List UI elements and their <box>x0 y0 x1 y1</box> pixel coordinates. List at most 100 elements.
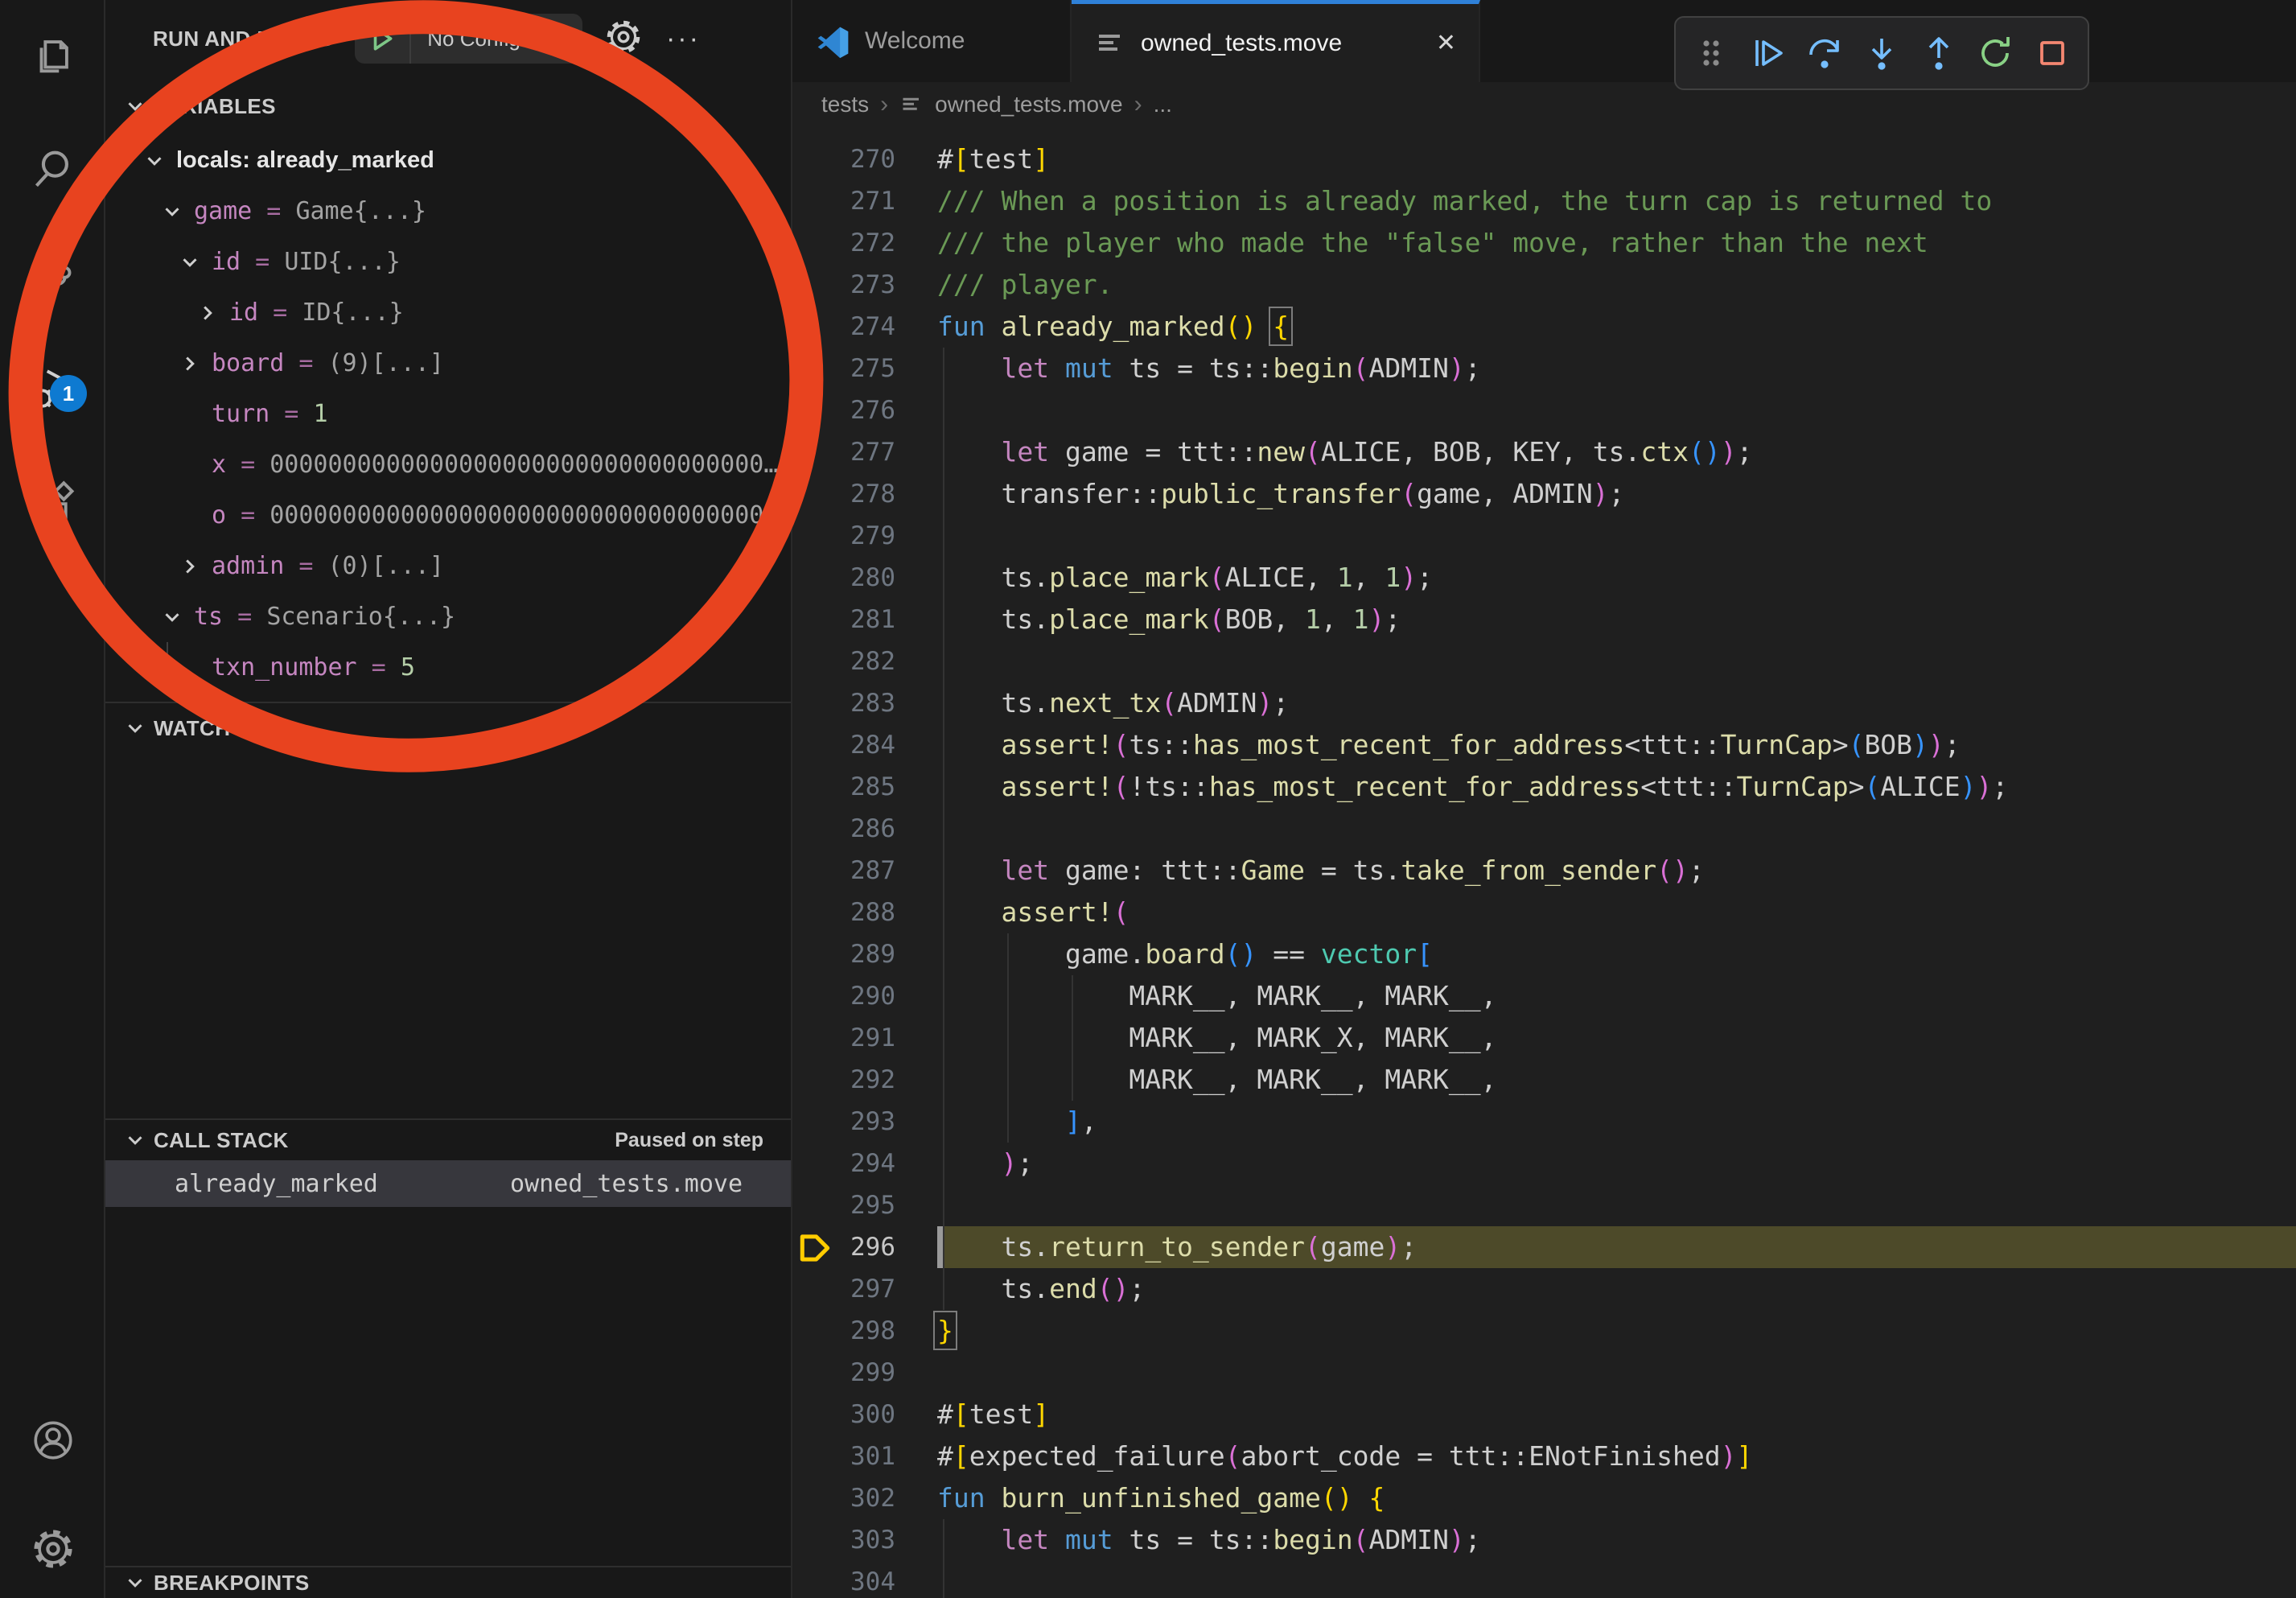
chevron-down-icon[interactable] <box>545 27 582 51</box>
gutter[interactable]: 289 <box>792 933 937 975</box>
code-text[interactable] <box>937 1352 2296 1394</box>
stop-icon[interactable] <box>2033 34 2072 72</box>
line-number[interactable]: 280 <box>850 557 895 599</box>
line-number[interactable]: 292 <box>850 1059 895 1101</box>
step-out-icon[interactable] <box>1920 34 1958 72</box>
line-number[interactable]: 271 <box>850 180 895 222</box>
code-text[interactable]: game.board() == vector[ <box>937 933 2296 975</box>
line-number[interactable]: 288 <box>850 892 895 933</box>
gutter[interactable]: 302 <box>792 1477 937 1519</box>
gutter[interactable]: 285 <box>792 766 937 808</box>
code-text[interactable] <box>937 515 2296 557</box>
gutter[interactable]: 293 <box>792 1101 937 1143</box>
variable-row[interactable]: id = UID{...} <box>105 237 791 287</box>
line-number[interactable]: 294 <box>850 1143 895 1184</box>
code-text[interactable]: assert!( <box>937 892 2296 933</box>
code-text[interactable] <box>937 808 2296 850</box>
breadcrumb-item-file[interactable]: owned_tests.move <box>935 92 1122 117</box>
code-text[interactable]: assert!(!ts::has_most_recent_for_address… <box>937 766 2296 808</box>
variable-row[interactable]: locals: already_marked <box>105 135 791 186</box>
tab-owned-tests-move[interactable]: owned_tests.move ✕ <box>1072 0 1480 82</box>
variable-row[interactable]: id = ID{...} <box>105 287 791 338</box>
line-number[interactable]: 274 <box>850 306 895 348</box>
variable-row[interactable]: txn_number = 5 <box>105 642 791 693</box>
variables-section-header[interactable]: VARIABLES <box>105 80 791 132</box>
code-text[interactable]: MARK__, MARK__, MARK__, <box>937 975 2296 1017</box>
source-control-icon[interactable] <box>0 234 105 323</box>
drag-grip-icon[interactable] <box>1692 34 1730 72</box>
code-text[interactable]: ts.end(); <box>937 1268 2296 1310</box>
code-text[interactable]: MARK__, MARK__, MARK__, <box>937 1059 2296 1101</box>
line-number[interactable]: 279 <box>850 515 895 557</box>
variable-row[interactable]: turn = 1 <box>105 389 791 439</box>
line-number[interactable]: 276 <box>850 389 895 431</box>
variable-row[interactable]: o = 000000000000000000000000000000000000… <box>105 490 791 541</box>
variable-row[interactable]: ts = Scenario{...} <box>105 591 791 642</box>
run-debug-icon[interactable]: 1 <box>0 344 105 433</box>
breadcrumb-item-symbol[interactable]: ... <box>1154 92 1172 117</box>
restart-icon[interactable] <box>1976 34 2014 72</box>
line-number[interactable]: 278 <box>850 473 895 515</box>
gutter[interactable]: 278 <box>792 473 937 515</box>
chevron-down-icon[interactable] <box>142 149 167 173</box>
code-text[interactable]: ); <box>937 1143 2296 1184</box>
code-text[interactable]: #[expected_failure(abort_code = ttt::ENo… <box>937 1435 2296 1477</box>
gutter[interactable]: 304 <box>792 1561 937 1598</box>
tab-welcome[interactable]: Welcome <box>792 0 1072 82</box>
continue-icon[interactable] <box>1749 34 1788 72</box>
line-number[interactable]: 289 <box>850 933 895 975</box>
code-text[interactable]: #[test] <box>937 1394 2296 1435</box>
line-number[interactable]: 273 <box>850 264 895 306</box>
code-text[interactable]: let game = ttt::new(ALICE, BOB, KEY, ts.… <box>937 431 2296 473</box>
code-text[interactable] <box>937 389 2296 431</box>
code-editor[interactable]: 270 #[test] 271 /// When a position is alre… <box>792 127 2296 1598</box>
step-into-icon[interactable] <box>1862 34 1901 72</box>
line-number[interactable]: 277 <box>850 431 895 473</box>
code-text[interactable]: /// When a position is already marked, t… <box>937 180 2296 222</box>
gutter[interactable]: 292 <box>792 1059 937 1101</box>
chevron-down-icon[interactable] <box>178 250 202 274</box>
line-number[interactable]: 299 <box>850 1352 895 1394</box>
line-number[interactable]: 302 <box>850 1477 895 1519</box>
gutter[interactable]: 290 <box>792 975 937 1017</box>
line-number[interactable]: 281 <box>850 599 895 640</box>
chevron-right-icon[interactable] <box>195 301 220 325</box>
gutter[interactable]: 272 <box>792 222 937 264</box>
variable-row[interactable]: admin = (0)[...] <box>105 541 791 591</box>
line-number[interactable]: 270 <box>850 138 895 180</box>
gutter[interactable]: 300 <box>792 1394 937 1435</box>
code-text[interactable]: assert!(ts::has_most_recent_for_address<… <box>937 724 2296 766</box>
debug-gear-icon[interactable] <box>603 17 644 61</box>
code-text[interactable]: transfer::public_transfer(game, ADMIN); <box>937 473 2296 515</box>
line-number[interactable]: 303 <box>850 1519 895 1561</box>
code-text[interactable]: #[test] <box>937 138 2296 180</box>
line-number[interactable]: 272 <box>850 222 895 264</box>
code-text[interactable]: ], <box>937 1101 2296 1143</box>
extensions-icon[interactable] <box>0 459 105 547</box>
variable-row[interactable]: board = (9)[...] <box>105 338 791 389</box>
code-text[interactable]: fun burn_unfinished_game() { <box>937 1477 2296 1519</box>
more-actions-icon[interactable]: ··· <box>666 23 701 55</box>
line-number[interactable]: 286 <box>850 808 895 850</box>
line-number[interactable]: 291 <box>850 1017 895 1059</box>
gutter[interactable]: 286 <box>792 808 937 850</box>
gutter[interactable]: 274 <box>792 306 937 348</box>
chevron-right-icon[interactable] <box>178 554 202 579</box>
files-icon[interactable] <box>0 11 105 100</box>
code-text[interactable]: ts.place_mark(BOB, 1, 1); <box>937 599 2296 640</box>
breadcrumb-item-tests[interactable]: tests <box>821 92 869 117</box>
gutter[interactable]: 281 <box>792 599 937 640</box>
chevron-right-icon[interactable] <box>178 352 202 376</box>
code-text[interactable] <box>937 1184 2296 1226</box>
line-number[interactable]: 287 <box>850 850 895 892</box>
code-text[interactable]: /// the player who made the "false" move… <box>937 222 2296 264</box>
code-text[interactable]: ts.place_mark(ALICE, 1, 1); <box>937 557 2296 599</box>
gutter[interactable]: 303 <box>792 1519 937 1561</box>
line-number[interactable]: 297 <box>850 1268 895 1310</box>
gutter[interactable]: 280 <box>792 557 937 599</box>
gutter[interactable]: 273 <box>792 264 937 306</box>
gutter[interactable]: 295 <box>792 1184 937 1226</box>
gutter[interactable]: 284 <box>792 724 937 766</box>
gutter[interactable]: 283 <box>792 682 937 724</box>
search-icon[interactable] <box>0 124 105 212</box>
